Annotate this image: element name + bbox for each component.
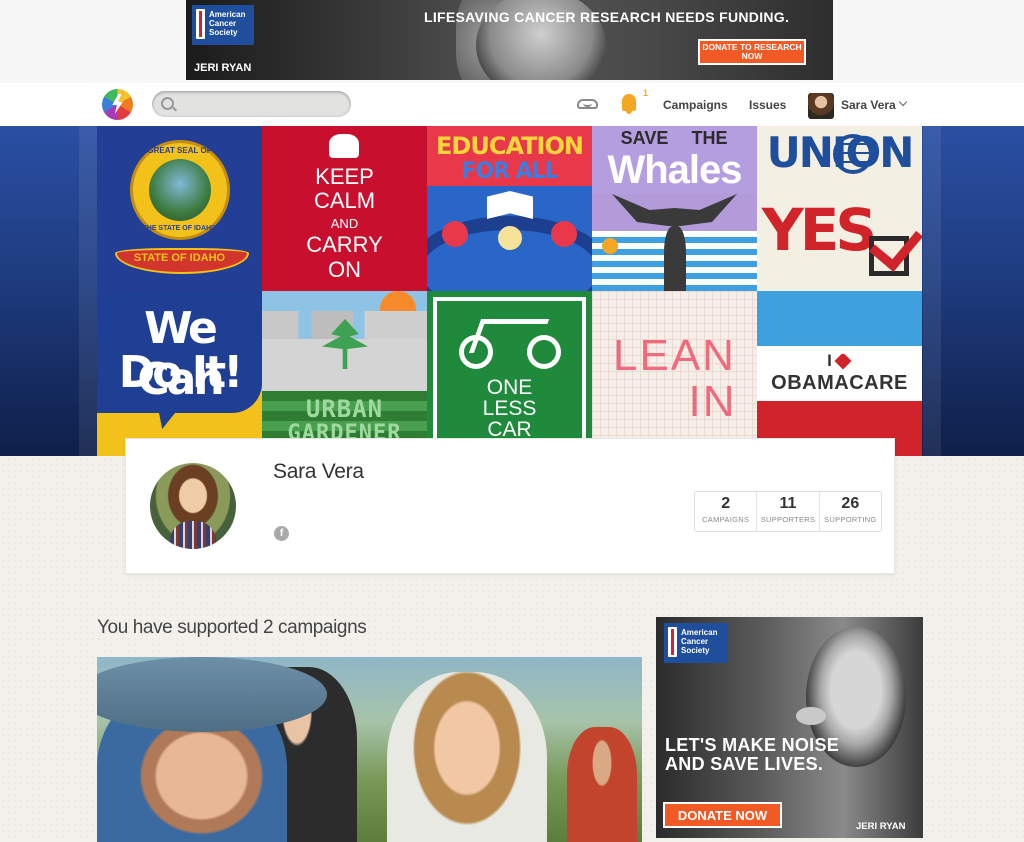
tile-we-can: We Can Do It!	[97, 291, 262, 456]
and-text: AND	[330, 216, 359, 231]
stat-campaigns-label: CAMPAIGNS	[702, 515, 750, 524]
ad-celebrity-name: JERI RYAN	[194, 62, 252, 74]
globe-icon	[833, 134, 873, 174]
side-ad-celebrity-name: JERI RYAN	[856, 821, 906, 832]
side-ad-headline: LET'S MAKE NOISE AND SAVE LIVES.	[665, 736, 839, 774]
person-right	[551, 221, 577, 247]
tile-one-less-car: ONE LESS CAR	[427, 291, 592, 456]
education-text: EDUCATION	[436, 132, 584, 160]
seal-banner-text: STATE OF IDAHO	[133, 252, 226, 264]
bell-icon[interactable]	[622, 94, 636, 114]
nav-campaigns-link[interactable]: Campaigns	[663, 98, 728, 112]
on-text: ON	[328, 257, 361, 282]
crown-icon	[329, 134, 359, 158]
the-text: THE	[691, 128, 728, 148]
acs-logo-text: American Cancer Society	[209, 10, 246, 37]
car-text: CAR	[487, 418, 532, 441]
top-ad-container: American Cancer Society LIFESAVING CANCE…	[0, 0, 1024, 83]
stat-supporting-label: SUPPORTING	[824, 515, 877, 524]
seal-top-text: GREAT SEAL OF	[147, 146, 212, 155]
carry-text: CARRY	[306, 232, 383, 257]
site-logo[interactable]	[102, 89, 133, 120]
whale-body	[664, 226, 686, 291]
top-navbar: 1 Campaigns Issues Sara Vera	[0, 83, 1024, 127]
tile-save-whales: SAVE THE Whales	[592, 126, 757, 291]
in-text: IN	[688, 377, 737, 426]
whale-sun	[602, 238, 618, 254]
stat-supporting[interactable]: 26 SUPPORTING	[820, 492, 881, 531]
stat-supporters-label: SUPPORTERS	[760, 515, 816, 524]
photo-child-right	[567, 727, 637, 842]
stat-campaigns-value: 2	[721, 495, 731, 512]
tile-idaho-seal: GREAT SEAL OF THE STATE OF IDAHO STATE O…	[97, 126, 262, 291]
we-can-bubble-tail	[157, 403, 183, 429]
side-acs-sword-icon	[668, 627, 677, 657]
acs-logo: American Cancer Society	[192, 5, 254, 45]
stat-supporters-value: 11	[779, 495, 797, 512]
stat-supporting-value: 26	[841, 495, 860, 512]
one-text: ONE	[486, 376, 533, 399]
obamacare-blue-band	[757, 291, 922, 346]
logo-bolt-icon	[112, 94, 123, 114]
side-acs-logo-text: American Cancer Society	[681, 628, 718, 655]
book-icon	[487, 191, 533, 219]
obamacare-text: OBAMACARE	[771, 372, 908, 394]
cover-right-edge	[923, 126, 941, 456]
tile-lean-in: LEAN IN	[592, 291, 757, 456]
acs-sword-icon	[196, 9, 205, 39]
photo-child-center	[387, 672, 547, 842]
profile-cover: GREAT SEAL OF THE STATE OF IDAHO STATE O…	[0, 126, 1024, 456]
tile-urban-gardener: URBAN GARDENER	[262, 291, 427, 456]
chevron-down-icon[interactable]	[898, 97, 908, 107]
notification-count[interactable]: 1	[643, 88, 648, 98]
stat-supporters[interactable]: 11 SUPPORTERS	[757, 492, 820, 531]
profile-name: Sara Vera	[273, 460, 364, 483]
supported-campaigns-heading: You have supported 2 campaigns	[97, 617, 367, 638]
sidebar-ad[interactable]: American Cancer Society LET'S MAKE NOISE…	[656, 617, 923, 838]
ad-headline: LIFESAVING CANCER RESEARCH NEEDS FUNDING…	[424, 9, 790, 25]
search-input[interactable]	[178, 95, 347, 115]
side-acs-logo: American Cancer Society	[664, 623, 728, 663]
campaign-card-image[interactable]	[97, 657, 642, 842]
stat-campaigns[interactable]: 2 CAMPAIGNS	[695, 492, 758, 531]
top-banner-ad[interactable]: American Cancer Society LIFESAVING CANCE…	[186, 0, 833, 80]
user-avatar[interactable]	[808, 93, 834, 119]
search-bar[interactable]	[152, 91, 351, 117]
nav-issues-link[interactable]: Issues	[749, 98, 786, 112]
inbox-icon[interactable]	[577, 99, 598, 109]
facebook-icon[interactable]: f	[274, 526, 289, 541]
seal-bottom-text: THE STATE OF IDAHO	[142, 225, 217, 232]
bicycle-icon	[468, 319, 550, 353]
profile-card: Sara Vera f 2 CAMPAIGNS 11 SUPPORTERS 26…	[125, 438, 895, 574]
side-ad-headline-line1: LET'S MAKE NOISE	[665, 735, 840, 755]
tile-union-yes: UNION YES	[757, 126, 922, 291]
keep-text: KEEP	[315, 164, 374, 189]
whales-text: Whales	[607, 148, 742, 192]
calm-text: CALM	[313, 188, 376, 213]
do-it-text: Do It!	[118, 347, 244, 398]
less-text: LESS	[482, 397, 537, 420]
profile-avatar	[150, 463, 236, 549]
ad-donate-button[interactable]: DONATE TO RESEARCH NOW	[698, 39, 806, 65]
cover-collage: GREAT SEAL OF THE STATE OF IDAHO STATE O…	[97, 126, 923, 456]
search-icon	[161, 97, 174, 110]
user-menu-name[interactable]: Sara Vera	[841, 98, 896, 112]
tile-education: EDUCATION FOR ALL	[427, 126, 592, 291]
urban-text: URBAN	[305, 395, 384, 423]
lean-text: LEAN	[613, 331, 736, 380]
cover-left-edge	[79, 126, 97, 456]
tile-keep-calm: KEEP CALM AND CARRY ON	[262, 126, 427, 291]
seal-center	[149, 159, 211, 221]
person-left	[442, 221, 468, 247]
for-all-text: FOR ALL	[461, 159, 558, 184]
profile-stats: 2 CAMPAIGNS 11 SUPPORTERS 26 SUPPORTING	[694, 491, 882, 532]
microphone-icon	[796, 707, 826, 725]
side-ad-donate-button[interactable]: DONATE NOW	[663, 802, 782, 828]
side-ad-headline-line2: AND SAVE LIVES.	[665, 754, 824, 774]
tile-obamacare: I OBAMACARE	[757, 291, 922, 456]
person-center	[498, 226, 522, 250]
